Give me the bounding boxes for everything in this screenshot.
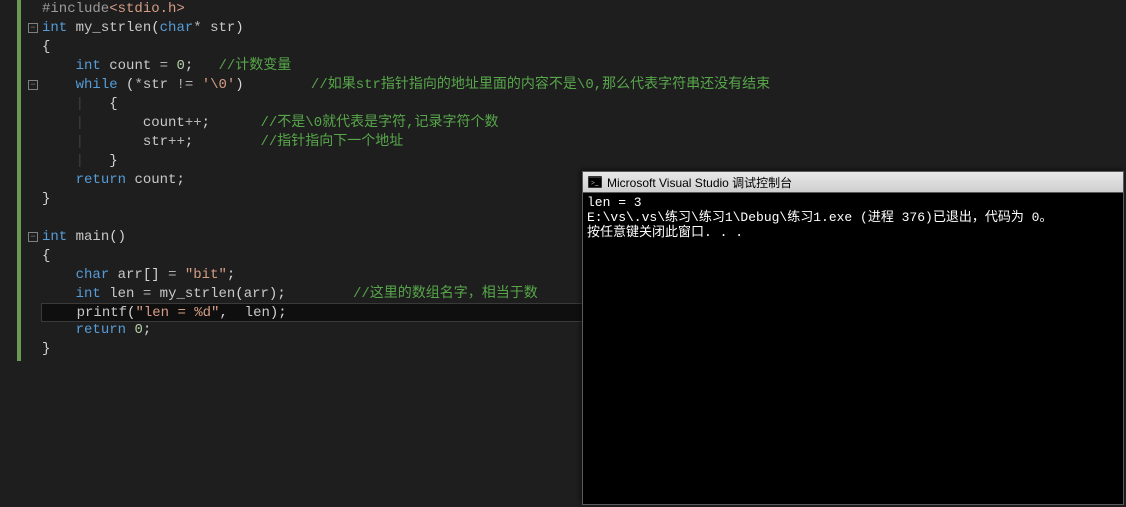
fold-toggle-icon[interactable]: −: [28, 23, 38, 33]
code-line[interactable]: {: [42, 38, 770, 57]
console-app-icon: >_: [587, 174, 603, 190]
console-body[interactable]: len = 3 E:\vs\.vs\练习\练习1\Debug\练习1.exe (…: [583, 193, 1123, 242]
code-line[interactable]: int count = 0; //计数变量: [42, 57, 770, 76]
code-line[interactable]: | count++; //不是\0就代表是字符,记录字符个数: [42, 114, 770, 133]
fold-toggle-icon[interactable]: −: [28, 232, 38, 242]
console-title: Microsoft Visual Studio 调试控制台: [607, 174, 792, 191]
console-titlebar[interactable]: >_ Microsoft Visual Studio 调试控制台: [583, 172, 1123, 193]
fold-toggle-icon[interactable]: −: [28, 80, 38, 90]
code-line[interactable]: int my_strlen(char* str): [42, 19, 770, 38]
svg-text:>_: >_: [591, 179, 599, 187]
code-line[interactable]: | }: [42, 152, 770, 171]
change-bar: [17, 0, 21, 361]
editor-gutter: −−−: [0, 0, 32, 507]
console-window[interactable]: >_ Microsoft Visual Studio 调试控制台 len = 3…: [582, 171, 1124, 505]
code-line[interactable]: | str++; //指针指向下一个地址: [42, 133, 770, 152]
code-line[interactable]: #include<stdio.h>: [42, 0, 770, 19]
code-line[interactable]: | {: [42, 95, 770, 114]
code-line[interactable]: while (*str != '\0') //如果str指针指向的地址里面的内容…: [42, 76, 770, 95]
